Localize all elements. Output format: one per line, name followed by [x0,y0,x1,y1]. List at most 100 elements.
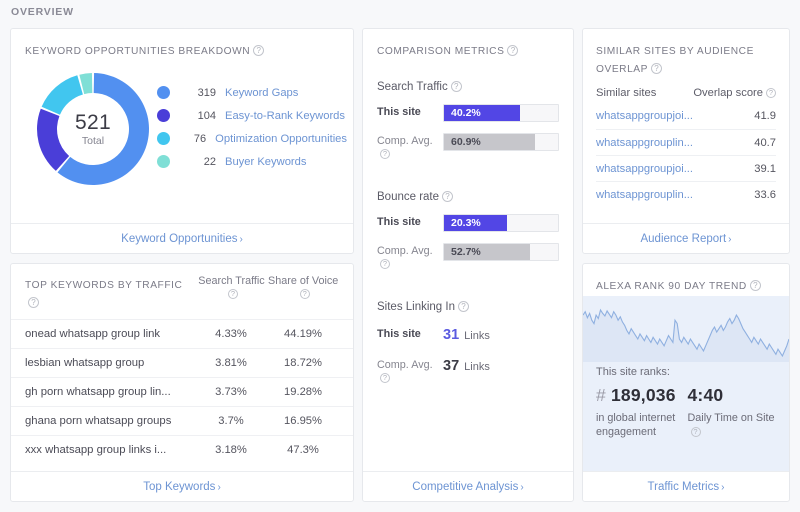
legend-item[interactable]: 104 Easy-to-Rank Keywords [157,104,347,127]
help-icon[interactable]: ? [227,289,238,299]
chevron-right-icon: › [721,481,725,493]
keyword-opportunities-card: KEYWORD OPPORTUNITIES BREAKDOWN? 521 Tot… [10,28,354,254]
column-header-share-of-voice-label: Share of Voice [268,275,339,287]
similar-sites-body: SIMILAR SITES BY AUDIENCE OVERLAP? Simil… [583,29,789,223]
alexa-rank-card: ALEXA RANK 90 DAY TREND? This site ranks… [582,263,790,502]
keyword-opportunities-link[interactable]: Keyword Opportunities › [121,233,243,245]
donut-total-value: 521 [75,110,111,134]
table-row[interactable]: xxx whatsapp group links i... 3.18% 47.3% [11,435,353,464]
bounce-rate-this-site-label: This site [377,216,421,228]
top-keywords-link[interactable]: Top Keywords › [143,481,221,493]
alexa-rank-ranks-label: This site ranks: [596,366,670,378]
column-header-overlap-score-label: Overlap score [693,87,763,99]
legend-label[interactable]: Buyer Keywords [225,156,306,168]
donut-total-label: Total [81,134,105,147]
sites-linking-in-comp-avg-row: Comp. Avg.? 37 Links [377,357,559,385]
help-icon[interactable]: ? [253,45,265,56]
sites-linking-in-this-site-unit: Links [464,330,490,342]
overlap-score-cell: 40.7 [754,136,776,149]
share-of-voice-cell: 16.95% [284,415,322,427]
help-icon[interactable]: ? [749,280,761,291]
keyword-opportunities-footer: Keyword Opportunities › [11,223,353,253]
help-icon[interactable]: ? [299,289,310,299]
help-icon[interactable]: ? [380,373,390,383]
help-icon[interactable]: ? [458,301,469,312]
bounce-rate-label: Bounce rate [377,191,440,203]
help-icon[interactable]: ? [28,297,39,308]
sites-linking-in-comp-avg-unit: Links [464,361,490,373]
column-header-share-of-voice: Share of Voice? [267,275,339,301]
table-row[interactable]: whatsappgrouplin... 40.7 [596,129,776,155]
top-keywords-header: TOP KEYWORDS BY TRAFFIC? Search Traffic?… [11,264,353,311]
legend-color-dot [157,86,170,99]
alexa-rank-global-caption: in global internet engagement [596,412,676,438]
table-row[interactable]: whatsappgroupjoi... 39.1 [596,155,776,181]
table-row[interactable]: onead whatsapp group link 4.33% 44.19% [11,319,353,348]
alexa-rank-time-value: 4:40 [687,385,724,405]
help-icon[interactable]: ? [650,63,662,74]
share-of-voice-cell: 18.72% [284,357,322,369]
alexa-rank-global-column: # 189,036 in global internet engagement [596,385,688,439]
similar-site-link[interactable]: whatsappgrouplin... [596,137,710,149]
traffic-metrics-link[interactable]: Traffic Metrics › [648,481,725,493]
page-title: OVERVIEW [11,6,74,18]
keyword-opportunities-link-text: Keyword Opportunities [121,232,238,245]
legend-color-dot [157,132,170,145]
search-traffic-this-site-bar: 40.2% [444,105,521,121]
similar-site-link[interactable]: whatsappgroupjoi... [596,110,710,122]
alexa-rank-info: This site ranks: # 189,036 in global int… [596,366,779,439]
help-icon[interactable]: ? [442,191,454,202]
similar-site-link[interactable]: whatsappgrouplin... [596,189,710,201]
keyword-opportunities-title: KEYWORD OPPORTUNITIES BREAKDOWN [25,46,251,57]
similar-sites-inner: SIMILAR SITES BY AUDIENCE OVERLAP? Simil… [583,29,789,207]
legend-item[interactable]: 319 Keyword Gaps [157,81,347,104]
chevron-right-icon: › [728,233,732,245]
sites-linking-in-label: Sites Linking In [377,301,455,313]
legend-label[interactable]: Optimization Opportunities [215,133,347,145]
competitive-analysis-link[interactable]: Competitive Analysis › [412,481,523,493]
legend-value: 319 [197,86,216,99]
alexa-rank-header: ALEXA RANK 90 DAY TREND? [583,264,789,294]
help-icon[interactable]: ? [380,259,390,269]
search-traffic-cell: 4.33% [215,328,247,340]
search-traffic-this-site-label: This site [377,106,421,118]
top-keywords-title-cell: TOP KEYWORDS BY TRAFFIC? [25,275,196,311]
table-row[interactable]: whatsappgrouplin... 33.6 [596,181,776,207]
sites-linking-in-section-title: Sites Linking In? [377,301,559,313]
top-keywords-rows: onead whatsapp group link 4.33% 44.19% lesb… [11,319,353,464]
similar-site-link[interactable]: whatsappgroupjoi... [596,163,710,175]
table-row[interactable]: lesbian whatsapp group 3.81% 18.72% [11,348,353,377]
help-icon[interactable]: ? [507,45,519,56]
similar-sites-rows: whatsappgroupjoi... 41.9 whatsappgrouplin.… [596,103,776,207]
help-icon[interactable]: ? [766,88,776,98]
share-of-voice-cell: 19.28% [284,386,322,398]
legend-value: 104 [197,109,216,122]
keyword-cell: gh porn whatsapp group lin... [25,386,171,398]
legend-item[interactable]: 22 Buyer Keywords [157,150,347,173]
legend-label[interactable]: Easy-to-Rank Keywords [225,110,345,122]
help-icon[interactable]: ? [450,81,462,92]
search-traffic-cell: 3.7% [218,415,244,427]
top-keywords-link-text: Top Keywords [143,480,216,493]
legend-item[interactable]: 76 Optimization Opportunities [157,127,347,150]
overview-dashboard: OVERVIEW KEYWORD OPPORTUNITIES BREAKDOWN… [0,0,800,512]
sites-linking-in-this-site-value: 31 [443,327,460,343]
keyword-cell: lesbian whatsapp group [25,357,145,369]
alexa-rank-global-value: 189,036 [611,385,676,405]
table-row[interactable]: ghana porn whatsapp groups 3.7% 16.95% [11,406,353,435]
audience-report-link[interactable]: Audience Report › [640,233,731,245]
table-row[interactable]: gh porn whatsapp group lin... 3.73% 19.28% [11,377,353,406]
donut-center-label: 521 Total [33,69,153,189]
bounce-rate-this-site-row: This site 20.3% [377,214,559,232]
column-header-search-traffic-label: Search Traffic [198,275,265,287]
legend-color-dot [157,155,170,168]
overlap-score-cell: 33.6 [754,188,776,201]
table-row[interactable]: whatsappgroupjoi... 41.9 [596,103,776,129]
legend-label[interactable]: Keyword Gaps [225,87,298,99]
help-icon[interactable]: ? [380,149,390,159]
bounce-rate-comp-avg-text: Comp. Avg. [377,245,433,257]
similar-sites-card: SIMILAR SITES BY AUDIENCE OVERLAP? Simil… [582,28,790,254]
help-icon[interactable]: ? [690,427,701,437]
search-traffic-cell: 3.18% [215,444,247,456]
sites-linking-in-comp-avg-value-group: 37 Links [443,357,490,375]
